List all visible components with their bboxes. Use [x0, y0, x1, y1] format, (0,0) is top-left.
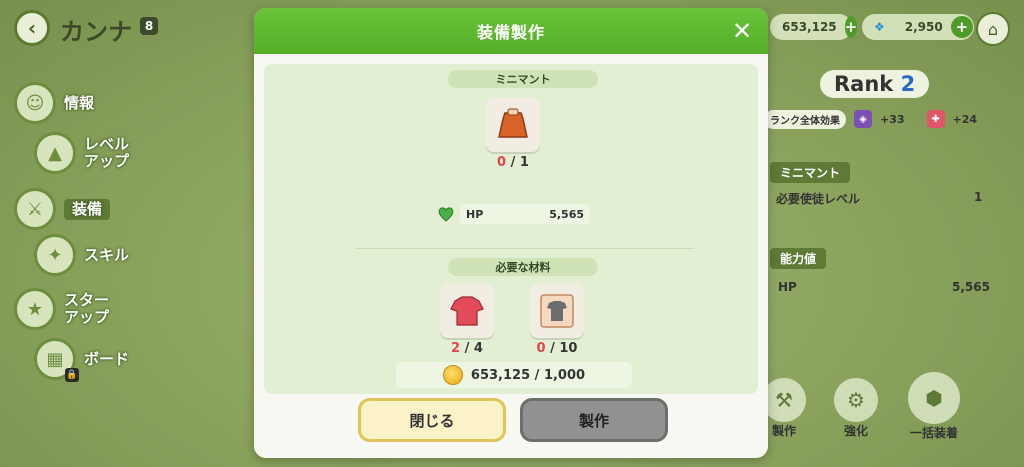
gold-coin-icon — [442, 365, 463, 385]
close-button[interactable]: 閉じる — [358, 398, 506, 442]
rank-title: Rank 2 — [820, 70, 930, 98]
required-level-label: 必要使徒レベル — [776, 192, 861, 206]
character-name: カンナ — [60, 18, 132, 46]
sidebar-item-label: 情報 — [64, 93, 95, 112]
stats-tag: 能力値 — [770, 248, 827, 269]
craft-button[interactable]: 製作 — [520, 398, 668, 442]
bonus-value: +33 — [880, 112, 905, 126]
material-slot[interactable] — [440, 284, 494, 338]
level-up-icon: ▲ — [34, 132, 76, 174]
required-level-value: 1 — [974, 190, 983, 204]
crafting-modal: 装備製作 ✕ ミニマント 0 / 1 HP 5,565 必要な材料 2 / 4 … — [254, 8, 768, 458]
sidebar-item-board[interactable]: ▦ ボード — [34, 338, 129, 380]
gem-icon: ❖ — [874, 20, 885, 34]
gold-amount: 653,125 — [782, 20, 837, 34]
item-name-tag: ミニマント — [770, 162, 851, 183]
modal-header: 装備製作 ✕ — [254, 8, 768, 54]
sidebar-item-label: レベル アップ — [84, 135, 130, 170]
hp-heart-icon — [438, 207, 454, 222]
stat-label: HP — [466, 207, 484, 221]
bulk-equip-button[interactable]: ⬢ 一括装着 — [908, 372, 960, 441]
add-gold-button[interactable]: + — [844, 16, 858, 38]
stat-value: 5,565 — [549, 207, 584, 221]
material-count: 2 / 4 — [451, 341, 483, 356]
character-rank-badge: 8 — [140, 17, 158, 35]
gem-currency: ❖ 2,950 + — [862, 14, 974, 40]
gold-cost-bar: 653,125 / 1,000 — [396, 362, 632, 388]
sidebar-item-label: スキル — [84, 245, 130, 264]
material-slot[interactable] — [530, 284, 584, 338]
chevron-left-icon: ‹ — [27, 16, 37, 40]
material-count: 0 / 10 — [536, 341, 578, 356]
shirt-pattern-icon — [540, 294, 574, 328]
red-shirt-icon — [450, 296, 484, 326]
hp-value: 5,565 — [952, 280, 990, 294]
materials-pill: 必要な材料 — [448, 258, 598, 276]
home-icon: ⌂ — [987, 19, 999, 39]
item-slot[interactable] — [486, 98, 540, 152]
shield-icon: ◈ — [854, 110, 872, 128]
section-divider — [356, 248, 694, 249]
hp-label: HP — [778, 280, 797, 294]
sidebar-item-skill[interactable]: ✦ スキル — [34, 234, 129, 276]
sidebar-item-equipment[interactable]: ⚔ 装備 — [14, 188, 111, 230]
item-count: 0 / 1 — [497, 155, 529, 170]
attack-icon: ✚ — [926, 110, 945, 128]
gem-amount: 2,950 — [904, 20, 943, 34]
skill-icon: ✦ — [34, 234, 76, 276]
add-gem-button[interactable]: + — [950, 16, 973, 38]
hp-stat-bar: HP 5,565 — [460, 204, 590, 224]
sidebar-item-label: 装備 — [64, 198, 111, 220]
enhance-action-button[interactable]: ⚙ 強化 — [834, 378, 878, 439]
enhance-icon: ⚙ — [834, 378, 878, 422]
modal-body: ミニマント 0 / 1 HP 5,565 必要な材料 2 / 4 0 / 10 … — [264, 64, 758, 394]
profile-icon: ☺ — [14, 82, 56, 124]
sidebar-item-star-up[interactable]: ★ スター アップ — [14, 288, 109, 330]
item-name-pill: ミニマント — [448, 70, 598, 88]
bulk-equip-icon: ⬢ — [908, 372, 960, 424]
star-up-icon: ★ — [14, 288, 56, 330]
sidebar-item-level-up[interactable]: ▲ レベル アップ — [34, 132, 129, 174]
craft-icon: ⚒ — [762, 378, 806, 422]
gold-currency: 653,125 + — [770, 14, 858, 40]
bonus-value: +24 — [952, 112, 978, 126]
sidebar-item-label: スター アップ — [64, 291, 110, 326]
sidebar-item-info[interactable]: ☺ 情報 — [14, 82, 94, 124]
back-button[interactable]: ‹ — [14, 10, 50, 46]
mini-cape-icon — [498, 108, 528, 138]
craft-action-button[interactable]: ⚒ 製作 — [762, 378, 806, 439]
lock-icon: 🔒 — [65, 368, 79, 382]
modal-title: 装備製作 — [476, 23, 545, 42]
rank-bonus-row: ランク全体効果 ◈ +33 ✚ +24 — [764, 108, 1000, 130]
rank-bonus-label: ランク全体効果 — [764, 109, 846, 129]
home-button[interactable]: ⌂ — [976, 12, 1010, 46]
equipment-icon: ⚔ — [14, 188, 56, 230]
sidebar-item-label: ボード — [84, 349, 130, 368]
close-icon[interactable]: ✕ — [728, 17, 756, 45]
